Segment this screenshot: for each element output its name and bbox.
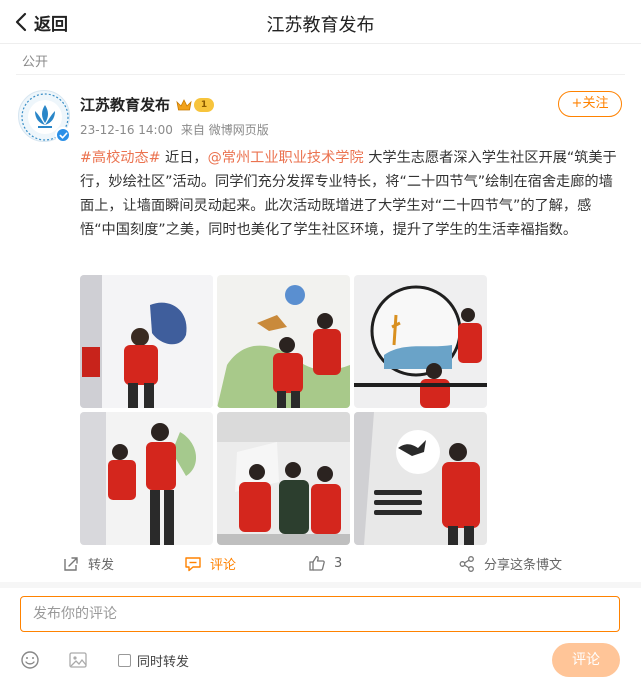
post-source: 来自 微博网页版: [180, 123, 269, 137]
share-label: 分享这条博文: [484, 558, 563, 573]
photo-icon: [217, 412, 350, 545]
post-image-4[interactable]: [80, 412, 213, 545]
image-grid: [80, 275, 487, 545]
post-text-part-1: 近日，: [160, 150, 208, 166]
post-text: #高校动态# 近日，@常州工业职业技术学院 大学生志愿者深入学生社区开展“筑美于…: [80, 146, 620, 242]
post-image-6[interactable]: [354, 412, 487, 545]
follow-button[interactable]: +关注: [558, 91, 622, 117]
post-time[interactable]: 23-12-16 14:00: [80, 123, 173, 137]
level-badge: 1: [194, 97, 215, 112]
author-row: 江苏教育发布 1: [80, 94, 215, 115]
comment-input[interactable]: [20, 596, 620, 632]
verified-badge-icon: [55, 127, 71, 143]
photo-icon: [354, 412, 487, 545]
photo-icon: [80, 275, 213, 408]
post-image-2[interactable]: [217, 275, 350, 408]
repost-button[interactable]: 转发: [62, 554, 114, 573]
share-button[interactable]: 分享这条博文: [458, 554, 562, 573]
post-meta: 23-12-16 14:00 来自 微博网页版: [80, 121, 269, 138]
comment-icon: [185, 556, 201, 571]
like-count: 3: [334, 555, 343, 571]
thumbs-up-icon: [309, 555, 325, 571]
checkbox-icon[interactable]: [118, 653, 131, 667]
crown-icon: [176, 98, 192, 110]
action-bar: 转发 评论 3 分享这条博文: [0, 552, 641, 580]
also-repost-checkbox[interactable]: 同时转发: [118, 651, 189, 670]
photo-icon: [217, 275, 350, 408]
post-image-3[interactable]: [354, 275, 487, 408]
composer-tools: 同时转发: [20, 648, 189, 672]
visibility-label: 公开: [22, 55, 49, 70]
post-image-1[interactable]: [80, 275, 213, 408]
comment-button[interactable]: 评论: [184, 554, 236, 573]
section-divider: [0, 582, 641, 588]
also-repost-label: 同时转发: [137, 654, 190, 670]
like-button[interactable]: 3: [308, 554, 342, 572]
photo-icon: [354, 275, 487, 408]
repost-label: 转发: [88, 558, 115, 573]
top-bar: 返回 江苏教育发布: [0, 0, 641, 44]
submit-comment-button[interactable]: 评论: [552, 643, 620, 677]
comment-label: 评论: [210, 558, 237, 573]
mention-link[interactable]: @常州工业职业技术学院: [208, 150, 364, 166]
divider: [16, 74, 625, 75]
photo-icon: [80, 412, 213, 545]
post-image-5[interactable]: [217, 412, 350, 545]
hashtag-link[interactable]: #高校动态#: [80, 150, 161, 166]
image-icon[interactable]: [68, 650, 88, 670]
share-icon: [459, 555, 474, 572]
author-name[interactable]: 江苏教育发布: [80, 94, 170, 115]
repost-icon: [64, 556, 78, 571]
emoji-icon[interactable]: [20, 650, 40, 670]
page-title: 江苏教育发布: [266, 15, 375, 36]
